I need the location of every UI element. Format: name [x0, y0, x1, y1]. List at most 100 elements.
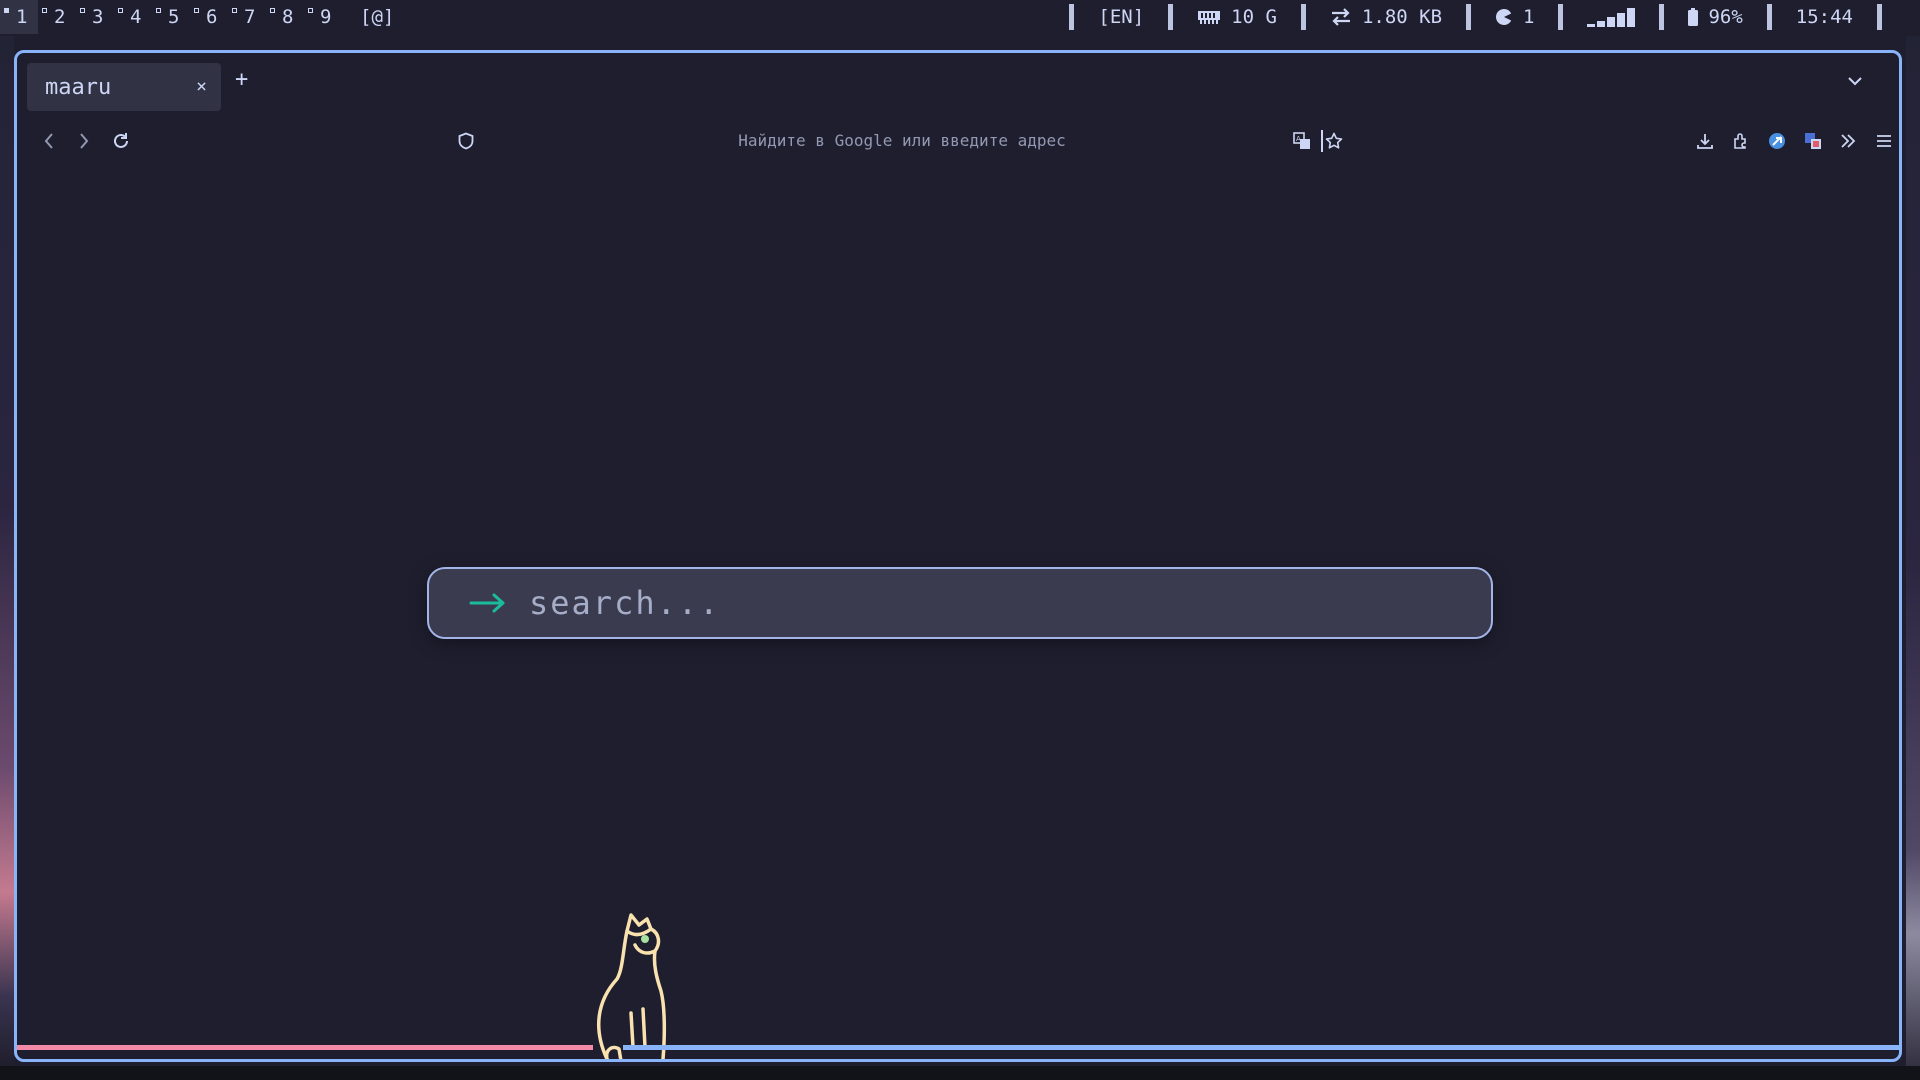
- extension-tabs-button[interactable]: [1801, 129, 1825, 153]
- wifi-signal-module[interactable]: [1587, 7, 1636, 27]
- text-caret: [1321, 130, 1323, 152]
- svg-text:A: A: [1296, 135, 1301, 143]
- keyboard-layout-module[interactable]: [EN]: [1098, 6, 1144, 28]
- memory-icon: [1198, 11, 1221, 24]
- keyboard-layout-value: [EN]: [1098, 6, 1145, 28]
- workspace-label: 7: [244, 6, 256, 28]
- workspace-label: 2: [54, 6, 66, 28]
- tab-title: maaru: [45, 74, 112, 100]
- puzzle-icon: [1734, 133, 1746, 149]
- workspace-2[interactable]: 2: [38, 0, 76, 34]
- workspace-9[interactable]: 9: [304, 0, 342, 34]
- browser-window: maaru × + Найдите в Google или введите а…: [14, 50, 1902, 1062]
- workspace-occupied-indicator: [156, 8, 161, 13]
- workspace-label: 9: [320, 6, 332, 28]
- bookmark-button[interactable]: [1325, 132, 1343, 154]
- layout-indicator[interactable]: [@]: [360, 6, 394, 28]
- progress-bar-right: [623, 1045, 1899, 1050]
- address-bar[interactable]: Найдите в Google или введите адрес A: [447, 121, 1357, 161]
- new-tab-button[interactable]: +: [235, 67, 248, 92]
- workspace-5[interactable]: 5: [152, 0, 190, 34]
- translate-page-button[interactable]: A: [1293, 132, 1311, 154]
- tab-maaru[interactable]: maaru ×: [27, 63, 221, 111]
- app-menu-button[interactable]: [1872, 129, 1896, 153]
- workspace-label: 1: [16, 6, 28, 28]
- wallpaper-right-edge: [1906, 36, 1920, 1080]
- workspace-occupied-indicator: [4, 8, 9, 13]
- navigation-toolbar: Найдите в Google или введите адрес A: [17, 119, 1899, 163]
- address-placeholder: Найдите в Google или введите адрес: [738, 131, 1066, 150]
- workspace-occupied-indicator: [308, 8, 313, 13]
- arrow-right-icon: [469, 593, 505, 613]
- forward-button[interactable]: [72, 129, 96, 153]
- tab-strip: maaru × +: [17, 53, 1899, 117]
- workspace-3[interactable]: 3: [76, 0, 114, 34]
- chevron-down-icon: [1848, 77, 1862, 86]
- chevron-left-icon: [44, 133, 53, 149]
- pacman-icon: [1496, 8, 1512, 25]
- workspace-label: 5: [168, 6, 180, 28]
- extension-blue-icon: [1769, 133, 1785, 149]
- battery-icon: [1688, 8, 1699, 26]
- status-separator: [1877, 4, 1882, 30]
- extensions-button[interactable]: [1729, 129, 1753, 153]
- updates-value: 1: [1523, 6, 1535, 28]
- workspace-6[interactable]: 6: [190, 0, 228, 34]
- tab-close-button[interactable]: ×: [196, 76, 207, 97]
- workspace-occupied-indicator: [270, 8, 275, 13]
- clock-module[interactable]: 15:44: [1796, 6, 1853, 28]
- reload-button[interactable]: [109, 129, 133, 153]
- network-value: 1.80 KB: [1361, 6, 1443, 28]
- reload-icon: [114, 133, 128, 148]
- system-status-bar: 1 2 3 4 5 6 7 8 9 [@] [EN] 10 G 1.80 KB …: [0, 0, 1920, 34]
- downloads-button[interactable]: [1693, 129, 1717, 153]
- memory-module[interactable]: 10 G: [1197, 6, 1277, 28]
- clock-value: 15:44: [1795, 6, 1853, 28]
- workspace-8[interactable]: 8: [266, 0, 304, 34]
- workspace-label: 3: [92, 6, 104, 28]
- back-button[interactable]: [37, 129, 61, 153]
- status-separator: [1069, 4, 1075, 30]
- status-separator: [1558, 4, 1564, 30]
- memory-value: 10 G: [1231, 6, 1277, 28]
- network-module[interactable]: 1.80 KB: [1330, 6, 1442, 28]
- workspace-7[interactable]: 7: [228, 0, 266, 34]
- workspace-occupied-indicator: [232, 8, 237, 13]
- status-modules: [EN] 10 G 1.80 KB 1 96% 15:44: [1045, 0, 1906, 34]
- workspace-occupied-indicator: [118, 8, 123, 13]
- search-box[interactable]: [427, 567, 1493, 639]
- workspace-4[interactable]: 4: [114, 0, 152, 34]
- workspace-label: 8: [282, 6, 294, 28]
- progress-bar-left: [17, 1045, 593, 1050]
- hamburger-icon: [1877, 135, 1891, 147]
- star-icon: [1325, 132, 1343, 149]
- signal-strength-icon: [1587, 8, 1636, 27]
- workspace-1[interactable]: 1: [0, 0, 38, 34]
- transfer-arrows-icon: [1331, 8, 1350, 26]
- list-all-tabs-button[interactable]: [1847, 71, 1863, 90]
- status-separator: [1168, 4, 1174, 30]
- more-tools-button[interactable]: [1836, 129, 1860, 153]
- workspace-occupied-indicator: [80, 8, 85, 13]
- wallpaper-left-edge: [0, 36, 14, 1080]
- translate-icon: A: [1293, 132, 1310, 149]
- workspace-occupied-indicator: [194, 8, 199, 13]
- workspace-label: 4: [130, 6, 142, 28]
- chevron-right-icon: [80, 133, 89, 149]
- status-separator: [1766, 4, 1772, 30]
- extension-blue-button[interactable]: [1765, 129, 1789, 153]
- cat-illustration: [596, 913, 667, 1059]
- search-input[interactable]: [527, 583, 1331, 623]
- download-icon: [1697, 134, 1713, 149]
- workspace-label: 6: [206, 6, 218, 28]
- workspace-occupied-indicator: [42, 8, 47, 13]
- status-separator: [1466, 4, 1472, 30]
- battery-module[interactable]: 96%: [1688, 6, 1743, 28]
- double-chevron-right-icon: [1841, 134, 1856, 148]
- battery-value: 96%: [1708, 6, 1743, 28]
- wallpaper-bottom-edge: [0, 1066, 1920, 1080]
- extension-squares-icon: [1805, 133, 1821, 149]
- status-separator: [1659, 4, 1665, 30]
- status-separator: [1300, 4, 1306, 30]
- updates-module[interactable]: 1: [1495, 6, 1534, 28]
